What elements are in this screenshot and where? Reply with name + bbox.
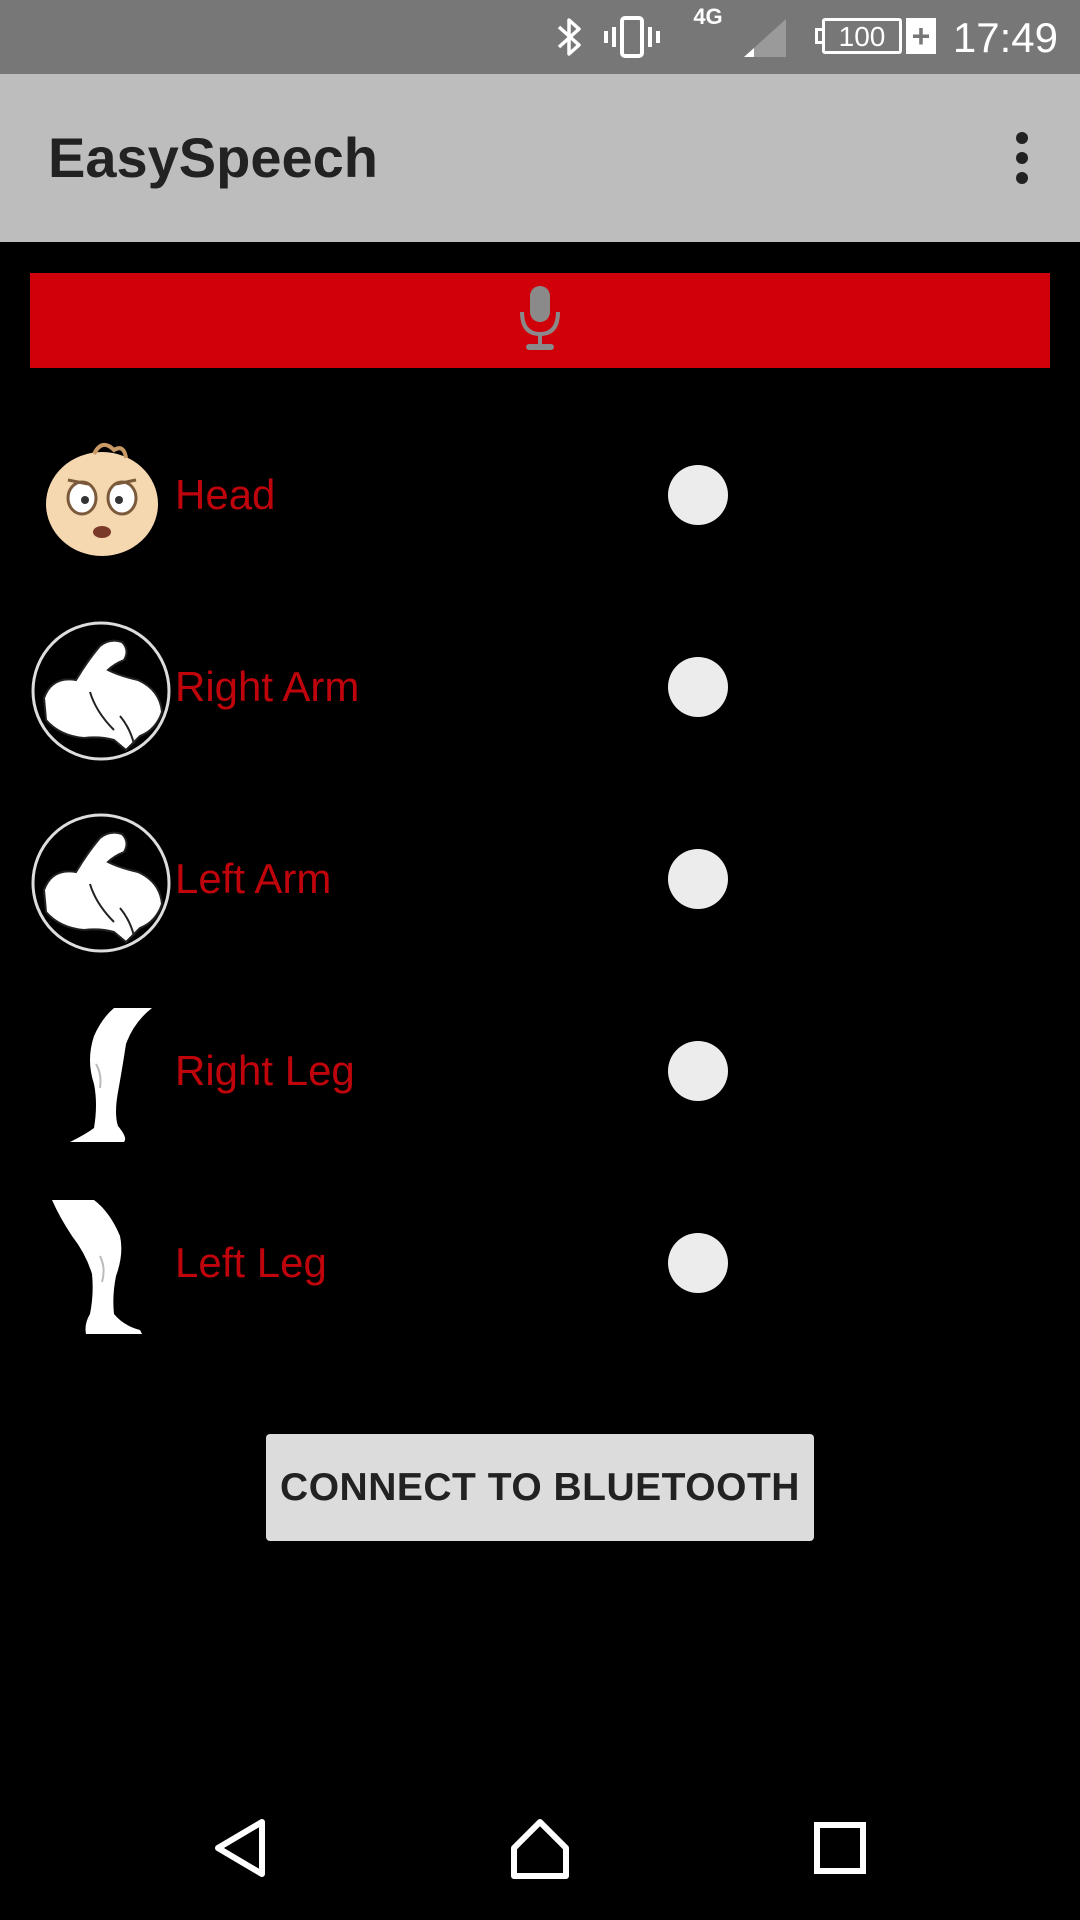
part-row-left-leg[interactable]: Left Leg xyxy=(0,1188,1080,1338)
microphone-icon xyxy=(518,284,562,357)
connect-bluetooth-button[interactable]: CONNECT TO BLUETOOTH xyxy=(266,1434,814,1541)
flexed-arm-icon xyxy=(30,812,172,954)
radio-head[interactable] xyxy=(668,465,728,525)
part-label: Right Arm xyxy=(175,663,360,710)
part-row-head[interactable]: Head xyxy=(0,420,1080,570)
radio-right-arm[interactable] xyxy=(668,657,728,717)
part-label: Right Leg xyxy=(175,1047,355,1094)
screen: 4G 100 + 17:49 EasySpeech Head Right Arm… xyxy=(0,0,1080,1920)
flexed-arm-icon xyxy=(30,620,172,762)
part-row-right-arm[interactable]: Right Arm xyxy=(0,612,1080,762)
vibrate-icon xyxy=(602,0,662,74)
battery-level: 100 xyxy=(822,18,902,54)
part-row-left-arm[interactable]: Left Arm xyxy=(0,804,1080,954)
signal-icon xyxy=(738,0,792,74)
part-label: Left Arm xyxy=(175,855,332,902)
home-icon[interactable] xyxy=(490,1798,590,1898)
mic-button[interactable] xyxy=(30,273,1050,368)
bluetooth-icon xyxy=(550,0,590,74)
radio-left-leg[interactable] xyxy=(668,1233,728,1293)
head-face-icon xyxy=(30,428,172,570)
app-bar: EasySpeech xyxy=(0,74,1080,242)
part-label: Head xyxy=(175,471,276,518)
leg-icon xyxy=(30,1004,172,1146)
charging-icon: + xyxy=(906,18,936,54)
network-type-label: 4G xyxy=(693,4,723,29)
app-title: EasySpeech xyxy=(48,126,378,189)
leg-icon xyxy=(30,1196,172,1338)
back-icon[interactable] xyxy=(190,1798,290,1898)
status-bar: 4G 100 + 17:49 xyxy=(0,0,1080,74)
navigation-bar xyxy=(0,1776,1080,1920)
more-vert-icon[interactable] xyxy=(988,118,1056,198)
recents-icon[interactable] xyxy=(790,1798,890,1898)
battery-nub xyxy=(815,28,822,44)
part-label: Left Leg xyxy=(175,1239,327,1286)
status-time: 17:49 xyxy=(952,14,1058,61)
part-row-right-leg[interactable]: Right Leg xyxy=(0,996,1080,1146)
battery-icon: 100 + xyxy=(812,18,936,56)
radio-left-arm[interactable] xyxy=(668,849,728,909)
radio-right-leg[interactable] xyxy=(668,1041,728,1101)
